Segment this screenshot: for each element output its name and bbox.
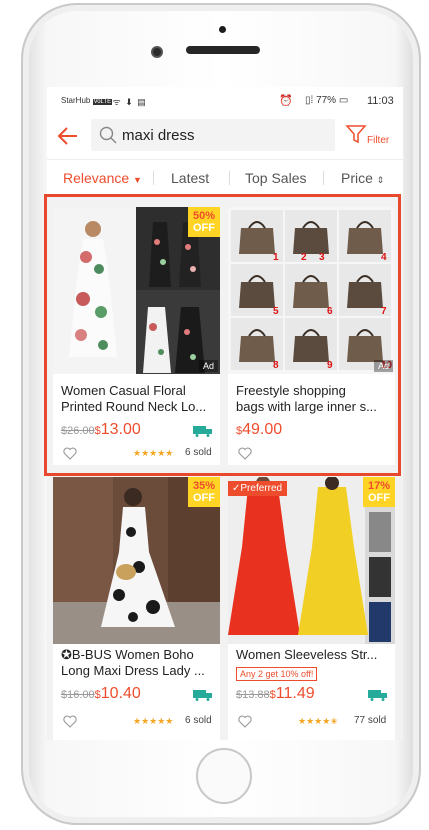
filter-button[interactable]: Filter bbox=[345, 121, 399, 151]
product-image: 17% OFF ✓Preferred bbox=[228, 477, 395, 644]
price-row: $16.00$10.40 bbox=[61, 685, 141, 703]
sold-count: 77 sold bbox=[354, 715, 387, 726]
sold-count: 6 sold bbox=[185, 715, 212, 726]
promo-tag: Any 2 get 10% off! bbox=[236, 667, 318, 681]
original-price: $16.00 bbox=[61, 689, 95, 701]
sale-price: $11.49 bbox=[269, 685, 315, 702]
caret-down-icon: ▼ bbox=[133, 175, 142, 185]
free-shipping-icon bbox=[368, 690, 387, 701]
heart-icon[interactable] bbox=[63, 715, 77, 728]
divider bbox=[229, 171, 230, 185]
search-icon bbox=[99, 126, 117, 144]
sort-latest[interactable]: Latest bbox=[171, 170, 209, 186]
sort-price[interactable]: Price ⇕ bbox=[341, 170, 384, 186]
discount-badge: 17% OFF bbox=[363, 477, 395, 507]
original-price: $13.88 bbox=[236, 689, 270, 701]
free-shipping-icon bbox=[193, 690, 212, 701]
sort-bar: Relevance ▼ Latest Top Sales Price ⇕ bbox=[47, 159, 403, 195]
search-input[interactable]: maxi dress bbox=[91, 119, 335, 151]
rating-stars: ★★★★✬ bbox=[298, 716, 338, 726]
product-image: 35% OFF bbox=[53, 477, 220, 644]
sort-relevance[interactable]: Relevance ▼ bbox=[63, 170, 142, 186]
search-header: maxi dress Filter bbox=[47, 113, 403, 159]
product-title: ✪B-BUS Women Boho Long Maxi Dress Lady .… bbox=[61, 647, 205, 678]
alarm-icon: ⏰ bbox=[279, 95, 293, 107]
home-button[interactable] bbox=[196, 748, 252, 804]
battery-indicator: ▯⁞ 77% ▭ bbox=[305, 95, 349, 106]
search-query: maxi dress bbox=[122, 127, 195, 144]
sort-arrows-icon: ⇕ bbox=[376, 175, 385, 185]
funnel-icon bbox=[345, 125, 367, 144]
discount-badge: 35% OFF bbox=[188, 477, 220, 507]
signal-wifi-icons: .ıl ᯤ ⬇ ▤ bbox=[99, 97, 147, 107]
product-card[interactable]: 35% OFF ✪B-BUS Women Boho Long Maxi Dres… bbox=[53, 477, 220, 740]
price-row: $13.88$11.49 bbox=[236, 685, 315, 703]
heart-icon[interactable] bbox=[238, 715, 252, 728]
highlight-box bbox=[44, 194, 401, 476]
earpiece-dot bbox=[219, 26, 226, 33]
status-bar: StarHub VoLTE .ıl ᯤ ⬇ ▤ ⏰ ▯⁞ 77% ▭ 11:03 bbox=[47, 87, 403, 113]
rating-stars: ★★★★★ bbox=[133, 716, 174, 726]
sort-top-sales[interactable]: Top Sales bbox=[245, 170, 306, 186]
filter-label: Filter bbox=[367, 135, 390, 146]
front-camera bbox=[151, 46, 163, 58]
divider bbox=[323, 171, 324, 185]
clock: 11:03 bbox=[367, 95, 394, 107]
sale-price: $10.40 bbox=[94, 685, 141, 702]
earpiece-speaker bbox=[186, 46, 260, 54]
divider bbox=[153, 171, 154, 185]
preferred-badge: ✓Preferred bbox=[228, 481, 288, 496]
product-card[interactable]: 17% OFF ✓Preferred Women Sleeveless Str.… bbox=[228, 477, 395, 740]
product-title: Women Sleeveless Str... bbox=[236, 647, 378, 662]
back-arrow-icon[interactable] bbox=[57, 125, 79, 147]
